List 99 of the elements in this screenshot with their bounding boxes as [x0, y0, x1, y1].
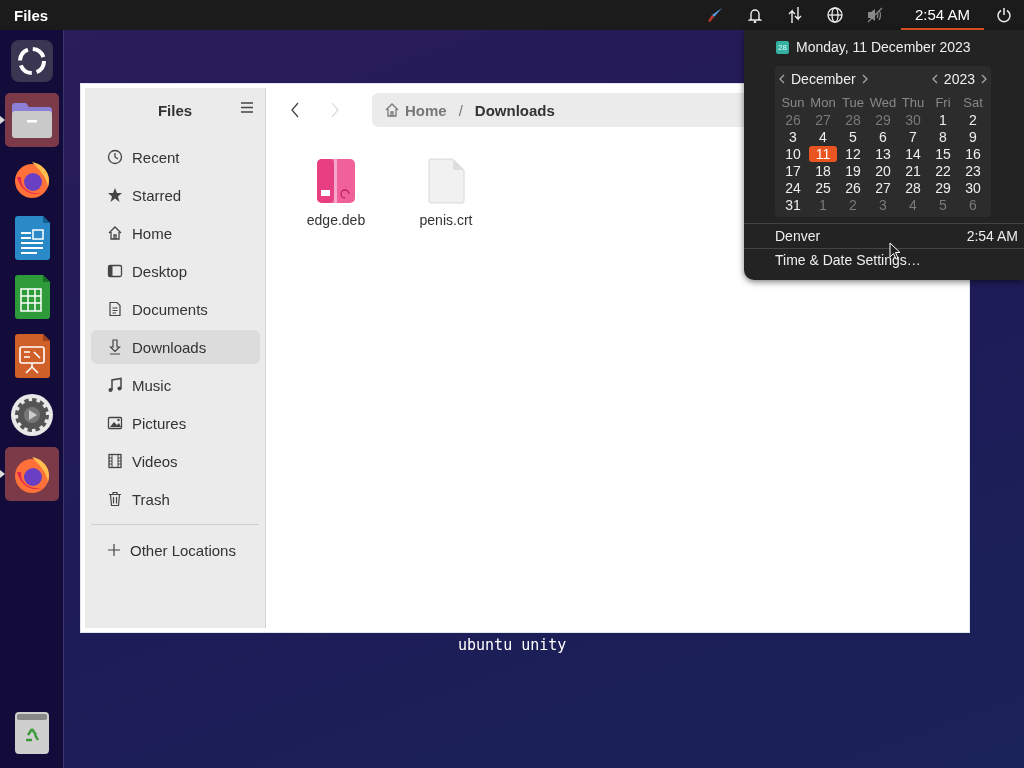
document-app-icon: [12, 215, 51, 261]
calendar-day[interactable]: 12: [839, 145, 867, 162]
globe-icon: [826, 7, 843, 23]
calendar-day[interactable]: 25: [809, 179, 837, 196]
calendar-day[interactable]: 18: [809, 162, 837, 179]
presentation-app-icon: [12, 333, 51, 379]
apps-grid-icon: [9, 39, 54, 83]
image-icon: [107, 415, 123, 431]
sidebar-title: Files: [157, 101, 193, 119]
home-icon: [384, 102, 400, 118]
chevron-left-icon: [779, 74, 785, 84]
blank-file-icon: [427, 158, 465, 204]
date-heading: Monday, 11 December 2023: [796, 39, 971, 55]
weekday-label: Sat: [963, 95, 983, 110]
trash-can-icon: [13, 711, 50, 755]
chevron-right-icon: [861, 74, 868, 84]
calendar-day[interactable]: 30: [959, 179, 987, 196]
chevron-left-icon: [931, 74, 938, 84]
sidebar-item[interactable]: Documents: [91, 292, 260, 326]
chevron-right-icon: [331, 102, 339, 118]
calendar-day[interactable]: 28: [899, 179, 927, 196]
calendar-day[interactable]: 11: [809, 145, 837, 162]
weekday-label: Thu: [901, 95, 925, 110]
sidebar-item[interactable]: Home: [91, 216, 260, 250]
calendar-day[interactable]: 26: [839, 179, 867, 196]
trash-icon: [107, 491, 123, 507]
desktop-label: ubuntu unity: [458, 636, 567, 654]
calendar-day[interactable]: 9: [959, 128, 987, 145]
calendar-day[interactable]: 5: [839, 128, 867, 145]
calendar-day[interactable]: 2: [959, 111, 987, 128]
calendar-day[interactable]: 10: [779, 145, 807, 162]
calendar-day[interactable]: 31: [779, 196, 807, 213]
package-icon: [316, 158, 356, 204]
calendar-day[interactable]: 16: [959, 145, 987, 162]
calendar-day[interactable]: 19: [839, 162, 867, 179]
chevron-left-icon: [291, 102, 299, 118]
month-label[interactable]: December: [791, 71, 856, 87]
weekday-label: Mon: [810, 95, 836, 110]
star-icon: [107, 187, 123, 203]
sidebar-item[interactable]: Desktop: [91, 254, 260, 288]
weekday-label: Sun: [781, 95, 805, 110]
download-icon: [107, 339, 123, 355]
calendar-day[interactable]: 14: [899, 145, 927, 162]
folder-icon: [9, 100, 54, 140]
chevron-right-icon: [981, 74, 987, 84]
weekday-label: Fri: [935, 95, 951, 110]
calendar-day[interactable]: 23: [959, 162, 987, 179]
file-item[interactable]: penis.crt: [406, 158, 486, 228]
city-name: Denver: [775, 228, 821, 244]
calendar-day[interactable]: 1: [929, 111, 957, 128]
sidebar-item[interactable]: Recent: [91, 140, 260, 174]
gear-icon: [9, 393, 54, 437]
sidebar-item[interactable]: Videos: [91, 444, 260, 478]
world-clock-row[interactable]: Denver 2:54 AM: [744, 224, 1024, 248]
year-label[interactable]: 2023: [943, 71, 975, 87]
calendar-day[interactable]: 4: [809, 128, 837, 145]
calendar-day[interactable]: 3: [779, 128, 807, 145]
speaker-muted-icon: [866, 7, 883, 23]
sidebar-item[interactable]: Music: [91, 368, 260, 402]
network-arrows-icon: [787, 6, 802, 24]
clock-icon: [107, 149, 123, 165]
sidebar-item[interactable]: Trash: [91, 482, 260, 516]
settings-link[interactable]: Time & Date Settings…: [744, 249, 1024, 268]
calendar-icon: 28: [776, 40, 789, 54]
calendar-day[interactable]: 17: [779, 162, 807, 179]
sidebar-item[interactable]: Downloads: [91, 330, 260, 364]
bell-icon: [747, 7, 762, 23]
calendar-day[interactable]: 6: [869, 128, 897, 145]
city-time: 2:54 AM: [966, 228, 1018, 244]
calendar-day[interactable]: 20: [869, 162, 897, 179]
weekday-label: Tue: [842, 95, 864, 110]
sidebar-item[interactable]: Other Locations: [91, 533, 260, 567]
weekday-label: Wed: [869, 95, 897, 110]
sidebar-item[interactable]: Starred: [91, 178, 260, 212]
power-icon: [996, 7, 1012, 23]
calendar-day[interactable]: 8: [929, 128, 957, 145]
document-icon: [107, 301, 123, 317]
plus-icon: [107, 543, 121, 557]
path-crumb[interactable]: Downloads: [474, 101, 555, 119]
brush-icon: [705, 6, 724, 24]
app-name[interactable]: Files: [0, 6, 695, 24]
calendar-day[interactable]: 27: [869, 179, 897, 196]
calendar-day[interactable]: 22: [929, 162, 957, 179]
file-item[interactable]: edge.deb: [296, 158, 376, 228]
calendar-day[interactable]: 13: [869, 145, 897, 162]
calendar-day[interactable]: 15: [929, 145, 957, 162]
film-icon: [107, 453, 123, 469]
menu-icon: [241, 102, 253, 113]
calendar-day[interactable]: 21: [899, 162, 927, 179]
calendar-day[interactable]: 24: [779, 179, 807, 196]
path-crumb[interactable]: Home: [384, 101, 447, 119]
calendar-day[interactable]: 29: [929, 179, 957, 196]
sidebar-item[interactable]: Pictures: [91, 406, 260, 440]
path-separator: /: [458, 101, 463, 119]
home-icon: [107, 225, 123, 241]
desktop-icon: [107, 263, 123, 279]
spreadsheet-app-icon: [12, 274, 51, 320]
calendar-day[interactable]: 7: [899, 128, 927, 145]
music-note-icon: [107, 377, 123, 393]
